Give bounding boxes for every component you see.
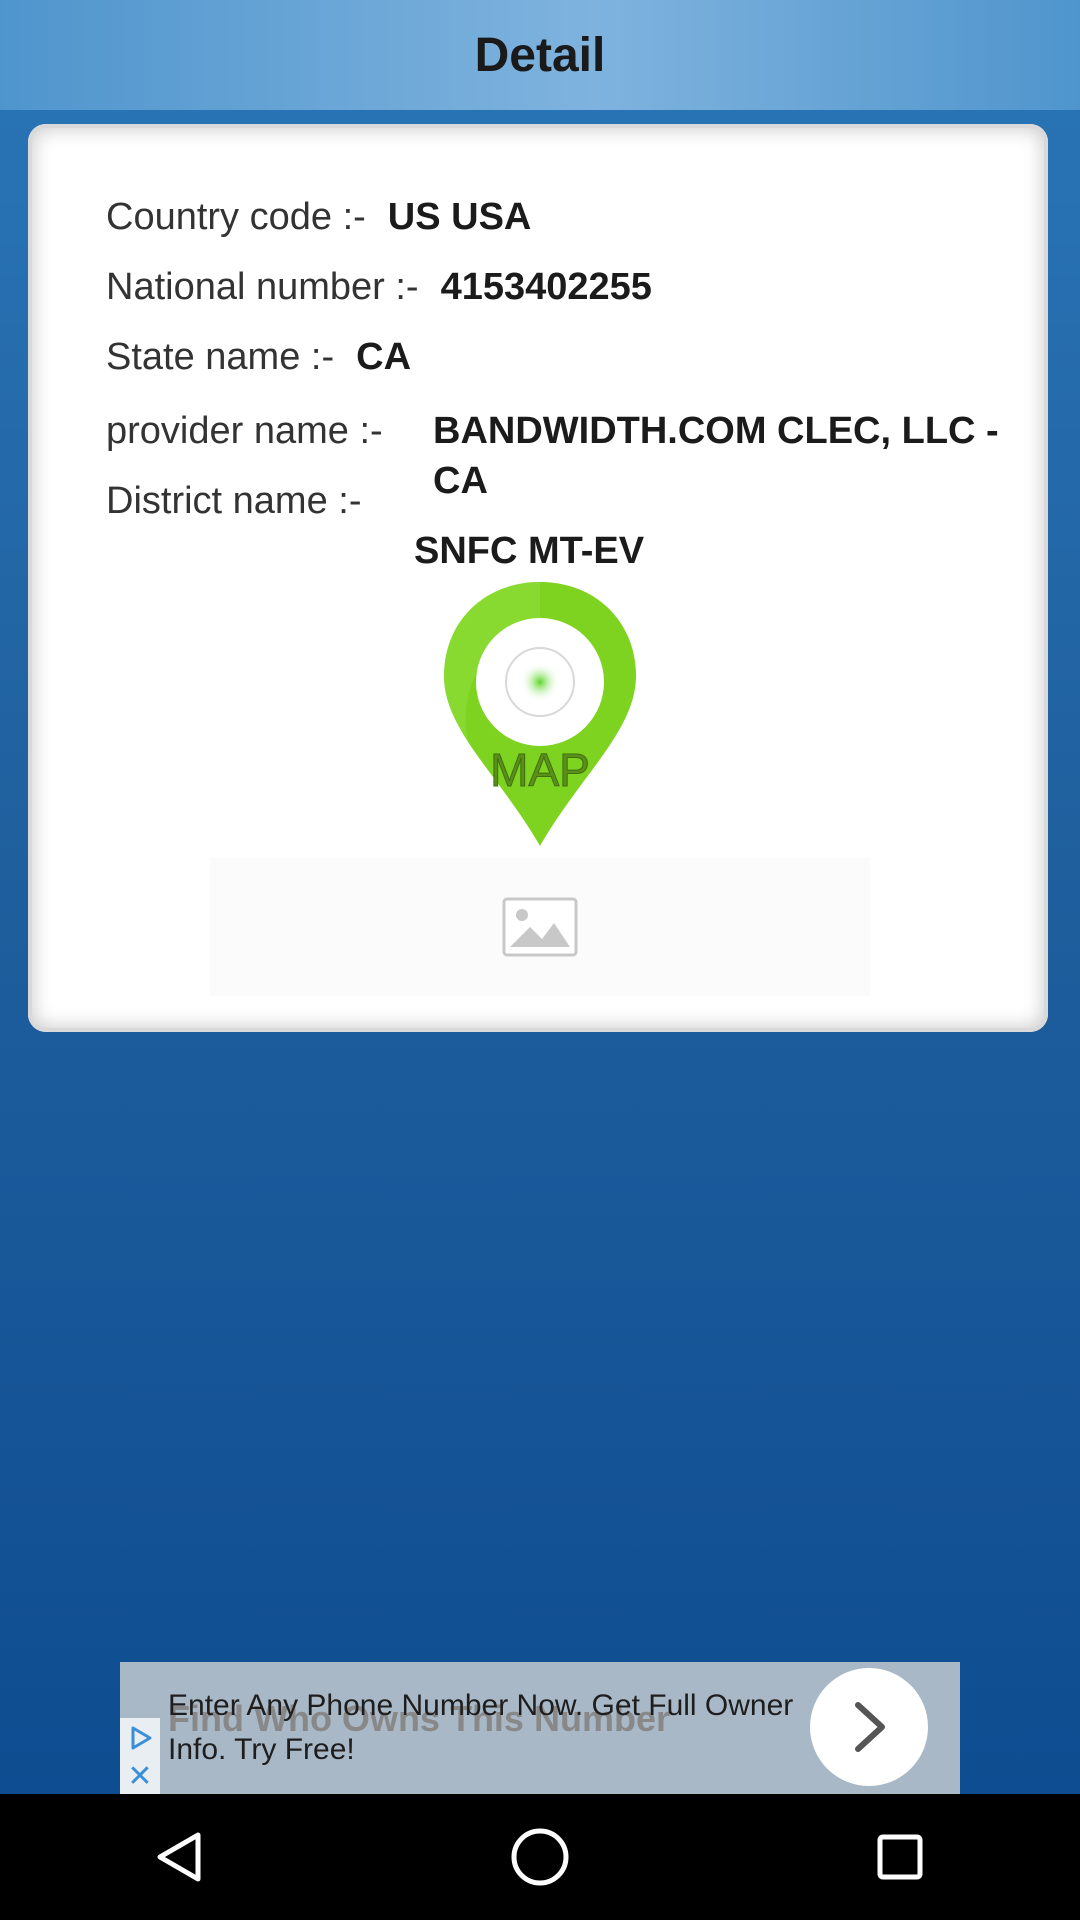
state-name-row: State name :- CA [106, 336, 411, 379]
map-button[interactable]: MAP [440, 580, 640, 848]
chevron-right-icon [855, 1702, 885, 1752]
national-number-label: National number :- [106, 266, 419, 308]
provider-name-label: provider name :- [106, 410, 383, 452]
map-label: MAP [490, 744, 590, 796]
country-code-value: US USA [387, 196, 532, 238]
page-title: Detail [474, 28, 606, 82]
country-code-label: Country code :- [106, 196, 366, 238]
app-bar: Detail [0, 0, 1080, 110]
back-triangle-icon [157, 1832, 201, 1882]
ad-play-icon[interactable] [120, 1718, 160, 1758]
country-code-row: Country code :- US USA [106, 196, 531, 239]
national-number-value: 4153402255 [440, 266, 652, 308]
detail-card: Country code :- US USA National number :-… [28, 124, 1048, 1032]
national-number-row: National number :- 4153402255 [106, 266, 652, 309]
ad-banner[interactable]: Find Who Owns This Number Enter Any Phon… [120, 1662, 960, 1794]
district-name-label: District name :- [106, 480, 362, 522]
image-placeholder [210, 858, 870, 996]
back-button[interactable] [120, 1797, 240, 1917]
ad-text: Enter Any Phone Number Now. Get Full Own… [168, 1689, 794, 1766]
provider-name-value: BANDWIDTH.COM CLEC, LLC - CA [433, 410, 999, 502]
ad-arrow-button[interactable] [810, 1668, 928, 1786]
recents-button[interactable] [840, 1797, 960, 1917]
recents-square-icon [877, 1834, 923, 1880]
home-circle-icon [511, 1828, 569, 1886]
map-pin-icon: MAP [444, 582, 636, 846]
close-icon[interactable]: ✕ [120, 1758, 160, 1794]
district-name-value: SNFC MT-EV [414, 530, 645, 572]
home-button[interactable] [480, 1797, 600, 1917]
state-name-value: CA [356, 336, 412, 378]
image-icon [502, 897, 578, 957]
system-nav-bar [0, 1794, 1080, 1920]
state-name-label: State name :- [106, 336, 335, 378]
